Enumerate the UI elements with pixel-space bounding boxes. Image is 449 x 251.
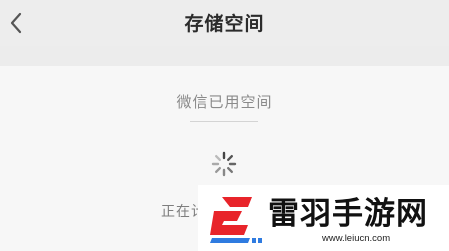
- watermark: 雷羽手游网 www.leiucn.com: [198, 185, 449, 251]
- used-space-label: 微信已用空间: [176, 93, 273, 111]
- page-title: 存储空间: [184, 13, 265, 35]
- loading-spinner-icon: [211, 151, 237, 177]
- calculating-status: 正在计算...: [161, 204, 201, 220]
- watermark-url: www.leiucn.com: [322, 233, 391, 244]
- watermark-logo-icon: [210, 197, 262, 243]
- top-bar: 存储空间: [0, 0, 449, 46]
- watermark-site-name: 雷羽手游网: [268, 196, 428, 232]
- divider: [190, 121, 258, 122]
